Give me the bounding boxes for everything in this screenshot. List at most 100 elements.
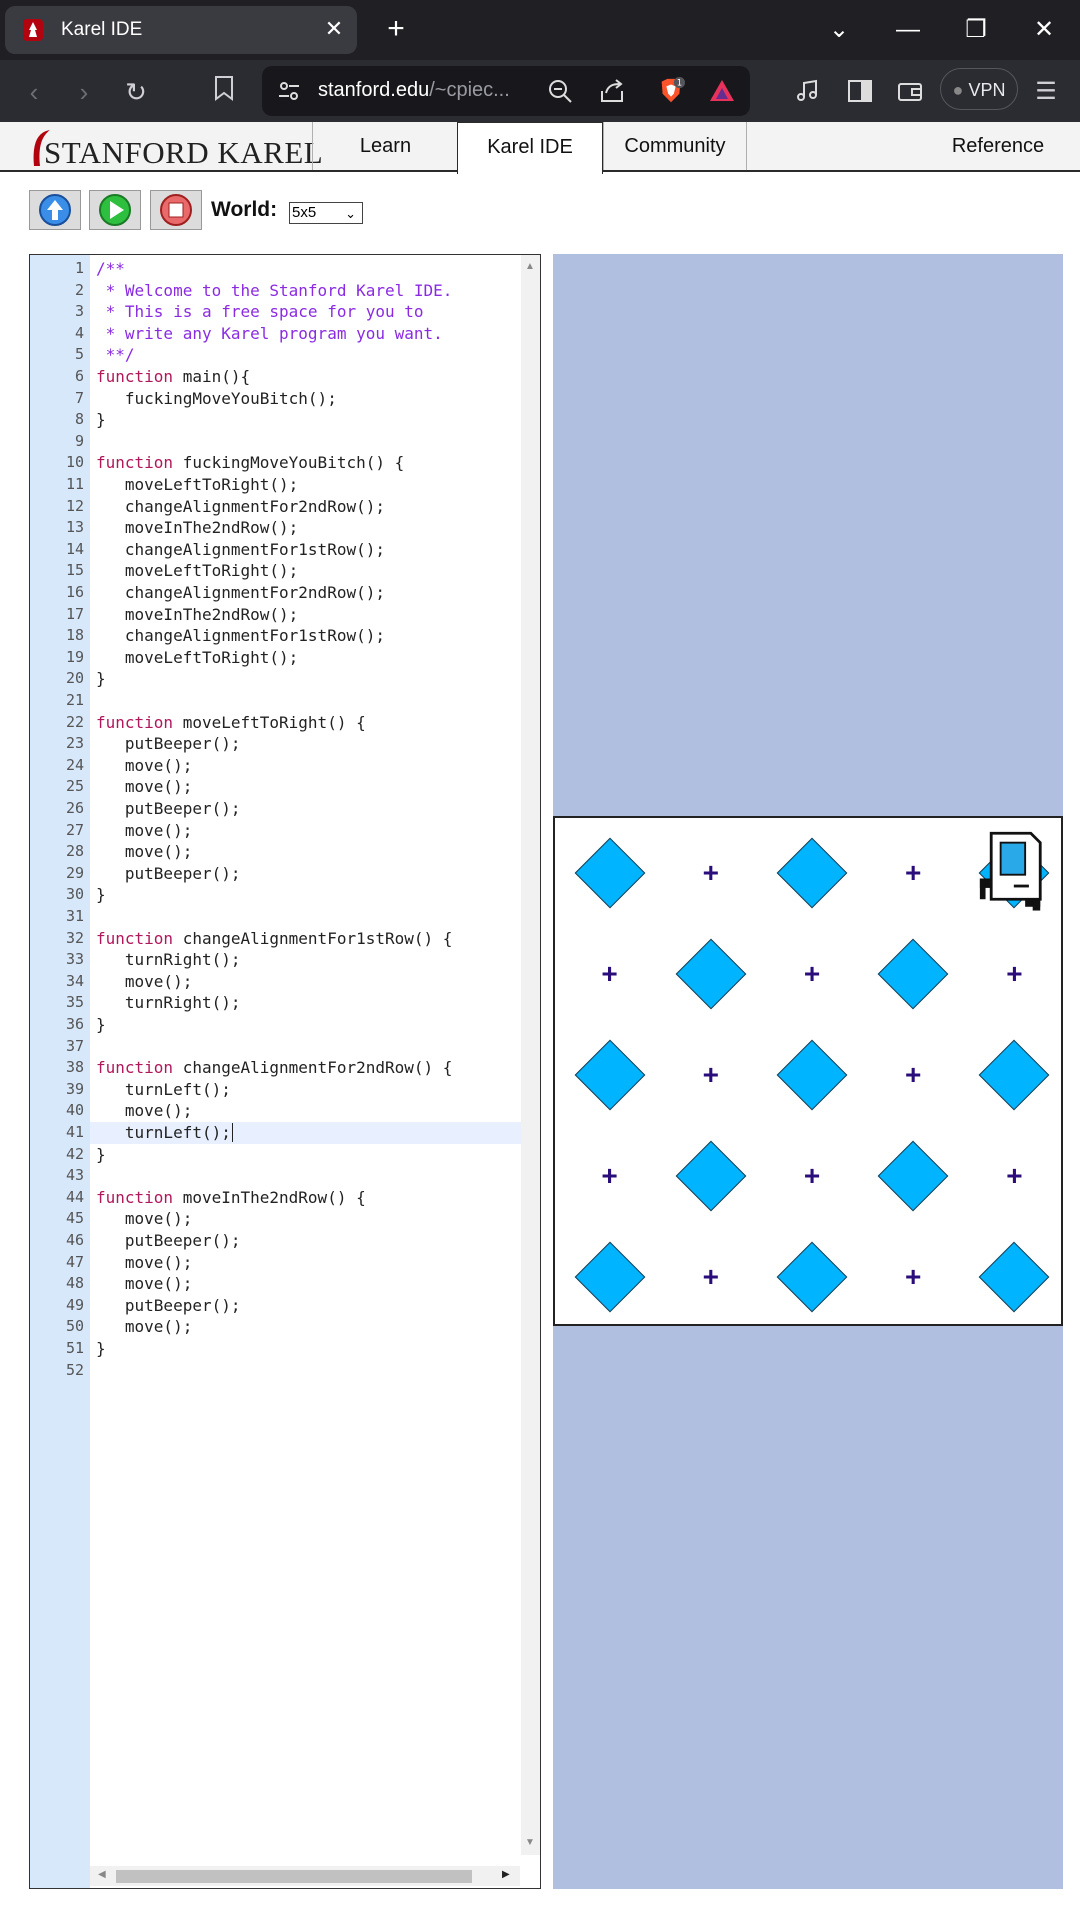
line-number: 15 — [65, 561, 84, 580]
run-button[interactable] — [89, 190, 141, 230]
corner-marker: + — [702, 1261, 719, 1293]
line-number: 10 — [65, 453, 84, 472]
code-text: } — [96, 1015, 106, 1034]
wallet-icon[interactable] — [896, 77, 924, 105]
line-number: 42 — [65, 1144, 84, 1163]
code-text: turnLeft(); — [96, 1123, 231, 1142]
code-line: **/ — [96, 344, 135, 366]
line-number: 28 — [65, 842, 84, 861]
nav-karel-ide[interactable]: Karel IDE — [457, 122, 603, 174]
code-line: changeAlignmentFor2ndRow(); — [96, 496, 385, 518]
code-text: } — [96, 669, 106, 689]
close-tab-icon[interactable]: ✕ — [321, 16, 347, 42]
close-window-icon[interactable]: ✕ — [1020, 10, 1068, 50]
beeper — [675, 938, 747, 1010]
code-line: * write any Karel program you want. — [96, 323, 443, 345]
restore-icon[interactable]: ❐ — [952, 10, 1000, 50]
tab-search-chevron-icon[interactable]: ⌄ — [815, 10, 863, 50]
code-line: } — [96, 409, 106, 431]
line-number: 45 — [65, 1209, 84, 1228]
line-number: 44 — [65, 1187, 84, 1206]
code-line: turnLeft(); — [96, 1122, 233, 1144]
line-number: 36 — [65, 1015, 84, 1033]
back-icon[interactable]: ‹ — [16, 74, 52, 110]
bookmark-icon[interactable] — [206, 74, 242, 110]
line-number: 16 — [65, 583, 84, 601]
line-number-gutter: 1 2 3 4 5 6 7 8 9 10 11 12 13 14 15 16 17 18 19 20 21 22 23 24 2… — [30, 255, 90, 1888]
corner-marker: + — [803, 1160, 821, 1192]
code-text: putBeeper(); — [96, 863, 241, 883]
site-navbar: STANFORD KAREL Learn Karel IDE Community… — [0, 122, 1080, 174]
nav-reference[interactable]: Reference — [920, 122, 1076, 170]
vertical-scrollbar[interactable]: ▲ ▼ — [521, 255, 540, 1855]
code-line: function main(){ — [96, 366, 250, 388]
horizontal-scrollbar[interactable]: ◀ ▶ — [90, 1866, 520, 1886]
share-icon[interactable] — [598, 77, 626, 105]
address-bar[interactable]: stanford.edu/~cpiec... 1 — [262, 66, 750, 116]
beeper — [776, 837, 848, 908]
scroll-down-icon[interactable]: ▼ — [525, 1837, 535, 1848]
code-line: move(); — [96, 1252, 192, 1274]
site-settings-icon[interactable] — [276, 78, 302, 104]
line-number: 21 — [65, 691, 84, 709]
code-text: main(){ — [173, 367, 251, 386]
sidebar-icon[interactable] — [846, 77, 874, 105]
new-tab-icon[interactable]: + — [378, 12, 414, 48]
code-line: changeAlignmentFor1stRow(); — [96, 539, 385, 561]
reload-icon[interactable]: ↻ — [118, 74, 154, 110]
code-line: } — [96, 1338, 106, 1360]
keyword: function — [96, 367, 174, 386]
beeper — [574, 837, 645, 908]
scroll-left-icon[interactable]: ◀ — [98, 1869, 106, 1880]
code-text: moveInThe2ndRow(); — [96, 604, 299, 624]
line-number: 11 — [65, 475, 84, 493]
code-text: moveLeftToRight(); — [96, 561, 299, 581]
line-number: 17 — [65, 604, 84, 623]
scroll-right-icon[interactable]: ▶ — [502, 1869, 510, 1880]
code-text: turnRight(); — [96, 993, 241, 1013]
vpn-button[interactable]: ● VPN — [940, 68, 1018, 110]
line-number: 19 — [65, 647, 84, 666]
step-button[interactable] — [29, 190, 81, 230]
code-line: moveLeftToRight(); — [96, 647, 298, 669]
keyword: function — [96, 453, 174, 473]
code-text: **/ — [96, 345, 135, 365]
keyword: function — [96, 712, 174, 732]
code-text: * This is a free space for you to — [96, 302, 424, 322]
media-icon[interactable] — [794, 77, 822, 105]
minimize-icon[interactable]: — — [884, 10, 932, 50]
stop-button[interactable] — [150, 190, 202, 230]
code-line: move(); — [96, 841, 192, 863]
line-number: 39 — [65, 1079, 84, 1098]
code-text: move(); — [96, 842, 193, 862]
line-number: 2 — [74, 280, 84, 299]
world-select[interactable]: 5x5 ⌄ — [289, 202, 363, 224]
code-text: move(); — [96, 777, 193, 797]
brave-rewards-icon[interactable] — [708, 77, 736, 105]
zoom-out-icon[interactable] — [546, 77, 574, 105]
code-line: } — [96, 1014, 106, 1036]
nav-community[interactable]: Community — [603, 122, 747, 170]
code-line: turnLeft(); — [96, 1079, 231, 1101]
text-cursor — [231, 1123, 233, 1142]
url-path: /~cpiec... — [429, 79, 510, 101]
browser-tab[interactable]: Karel IDE ✕ — [5, 6, 357, 54]
code-line: move(); — [96, 1100, 192, 1122]
code-text: fuckingMoveYouBitch(); — [96, 388, 337, 408]
code-line: fuckingMoveYouBitch(); — [96, 388, 337, 410]
line-number: 5 — [74, 345, 84, 364]
forward-icon[interactable]: › — [66, 74, 102, 110]
menu-icon[interactable]: ☰ — [1028, 74, 1064, 110]
code-text: moveInThe2ndRow() { — [173, 1187, 366, 1207]
code-editor[interactable]: 1 2 3 4 5 6 7 8 9 10 11 12 13 14 15 16 17 18 19 20 21 22 23 24 2… — [29, 254, 541, 1889]
horizontal-scroll-thumb[interactable] — [116, 1870, 472, 1883]
nav-learn[interactable]: Learn — [312, 122, 458, 170]
line-number: 9 — [74, 431, 84, 450]
brave-shields-icon[interactable]: 1 — [656, 77, 686, 105]
keyword: function — [96, 1187, 174, 1207]
line-number: 47 — [65, 1252, 84, 1271]
stop-icon — [160, 194, 192, 226]
scroll-up-icon[interactable]: ▲ — [525, 261, 535, 272]
line-number: 30 — [65, 885, 84, 904]
code-text: turnRight(); — [96, 950, 241, 970]
